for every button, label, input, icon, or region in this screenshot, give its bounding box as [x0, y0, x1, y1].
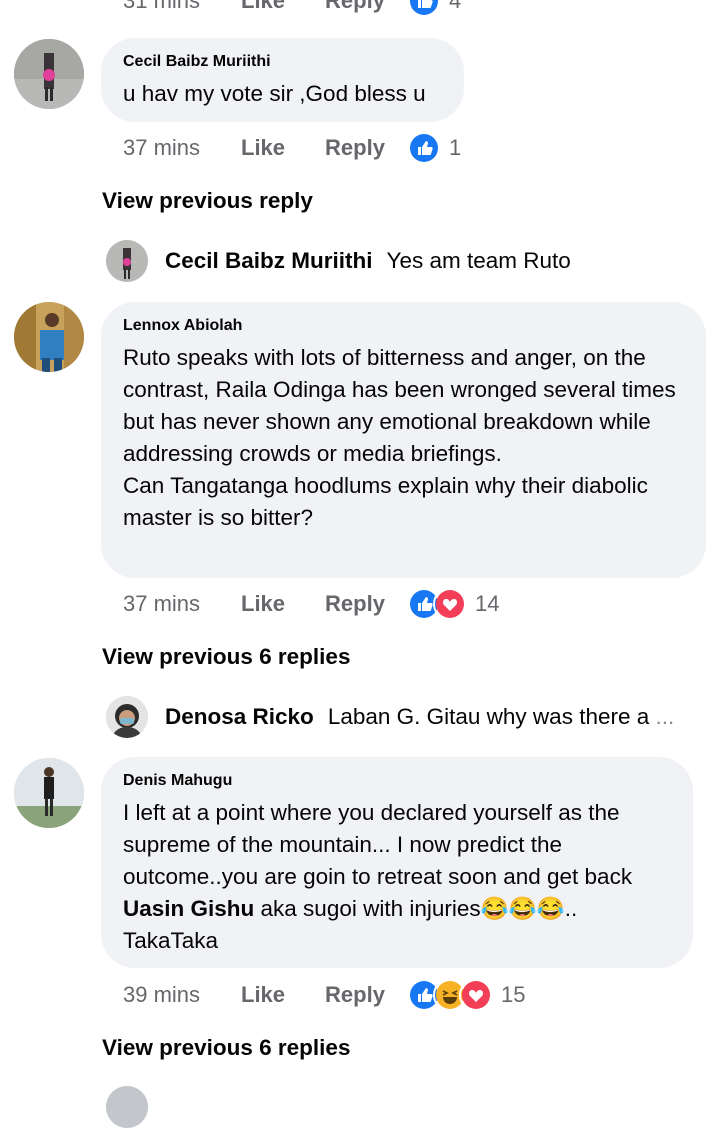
reply-author[interactable]: Denosa Ricko — [165, 704, 314, 730]
comment-bubble: Denis Mahugu I left at a point where you… — [101, 757, 693, 968]
comment-bubble: Cecil Baibz Muriithi u hav my vote sir ,… — [101, 38, 464, 122]
reply-button[interactable]: Reply — [325, 982, 385, 1008]
avatar[interactable] — [14, 39, 84, 109]
comment-author[interactable]: Cecil Baibz Muriithi — [123, 52, 442, 72]
like-button[interactable]: Like — [241, 591, 285, 617]
avatar[interactable] — [14, 302, 84, 372]
reaction-count: 4 — [448, 0, 462, 13]
reply-button[interactable]: Reply — [325, 591, 385, 617]
reactions[interactable] — [406, 0, 441, 18]
love-reaction-icon — [432, 587, 467, 621]
view-previous-replies-link[interactable]: View previous reply — [102, 188, 313, 214]
comment-text: u hav my vote sir ,God bless u — [123, 81, 426, 106]
like-reaction-icon — [406, 0, 441, 18]
comment-bubble: Lennox Abiolah Ruto speaks with lots of … — [101, 302, 706, 578]
like-button[interactable]: Like — [241, 0, 285, 14]
reply-button[interactable]: Reply — [325, 0, 385, 14]
view-previous-replies-link[interactable]: View previous 6 replies — [102, 1035, 350, 1061]
mention-link[interactable]: Uasin Gishu — [123, 896, 254, 921]
comment-text: I left at a point where you declared you… — [123, 797, 671, 957]
laughing-emoji: 😂😂😂 — [480, 896, 565, 921]
like-button[interactable]: Like — [241, 982, 285, 1008]
avatar — [106, 696, 148, 738]
comment-actions-partial: 31 mins Like Reply 4 — [123, 0, 461, 18]
reply-text: Yes am team Ruto — [386, 248, 571, 273]
ellipsis: ... — [655, 704, 675, 729]
timestamp[interactable]: 37 mins — [123, 591, 241, 617]
comment-text-part: I left at a point where you declared you… — [123, 800, 639, 889]
love-reaction-icon — [458, 978, 493, 1012]
timestamp[interactable]: 37 mins — [123, 135, 241, 161]
comment-actions: 37 mins Like Reply 1 — [123, 131, 461, 165]
avatar[interactable] — [106, 1086, 148, 1128]
reply-text: Laban G. Gitau why was there a ... — [328, 704, 674, 730]
like-reaction-icon — [406, 131, 441, 165]
comment-text-part: aka sugoi with injuries — [254, 896, 481, 921]
comment-author[interactable]: Denis Mahugu — [123, 771, 671, 791]
comment-author[interactable]: Lennox Abiolah — [123, 316, 684, 336]
reactions[interactable] — [406, 978, 493, 1012]
reactions[interactable] — [406, 587, 467, 621]
reply-preview[interactable]: Cecil Baibz Muriithi Yes am team Ruto — [106, 240, 696, 282]
reply-text-content: Laban G. Gitau why was there a — [327, 704, 650, 729]
reply-preview[interactable]: Denosa Ricko Laban G. Gitau why was ther… — [106, 696, 696, 738]
view-previous-replies-link[interactable]: View previous 6 replies — [102, 644, 350, 670]
avatar[interactable] — [14, 758, 84, 828]
reactions[interactable] — [406, 131, 441, 165]
like-button[interactable]: Like — [241, 135, 285, 161]
comment-actions: 39 mins Like Reply 15 — [123, 978, 525, 1012]
reaction-count: 1 — [448, 135, 462, 160]
reaction-count: 15 — [500, 982, 526, 1007]
timestamp[interactable]: 39 mins — [123, 982, 241, 1008]
reply-author[interactable]: Cecil Baibz Muriithi — [165, 248, 373, 274]
comment-actions: 37 mins Like Reply 14 — [123, 587, 499, 621]
timestamp: 31 mins — [123, 0, 201, 13]
reaction-count: 14 — [474, 591, 500, 616]
reply-button[interactable]: Reply — [325, 135, 385, 161]
avatar — [106, 240, 148, 282]
comment-text: Ruto speaks with lots of bitterness and … — [123, 345, 676, 530]
